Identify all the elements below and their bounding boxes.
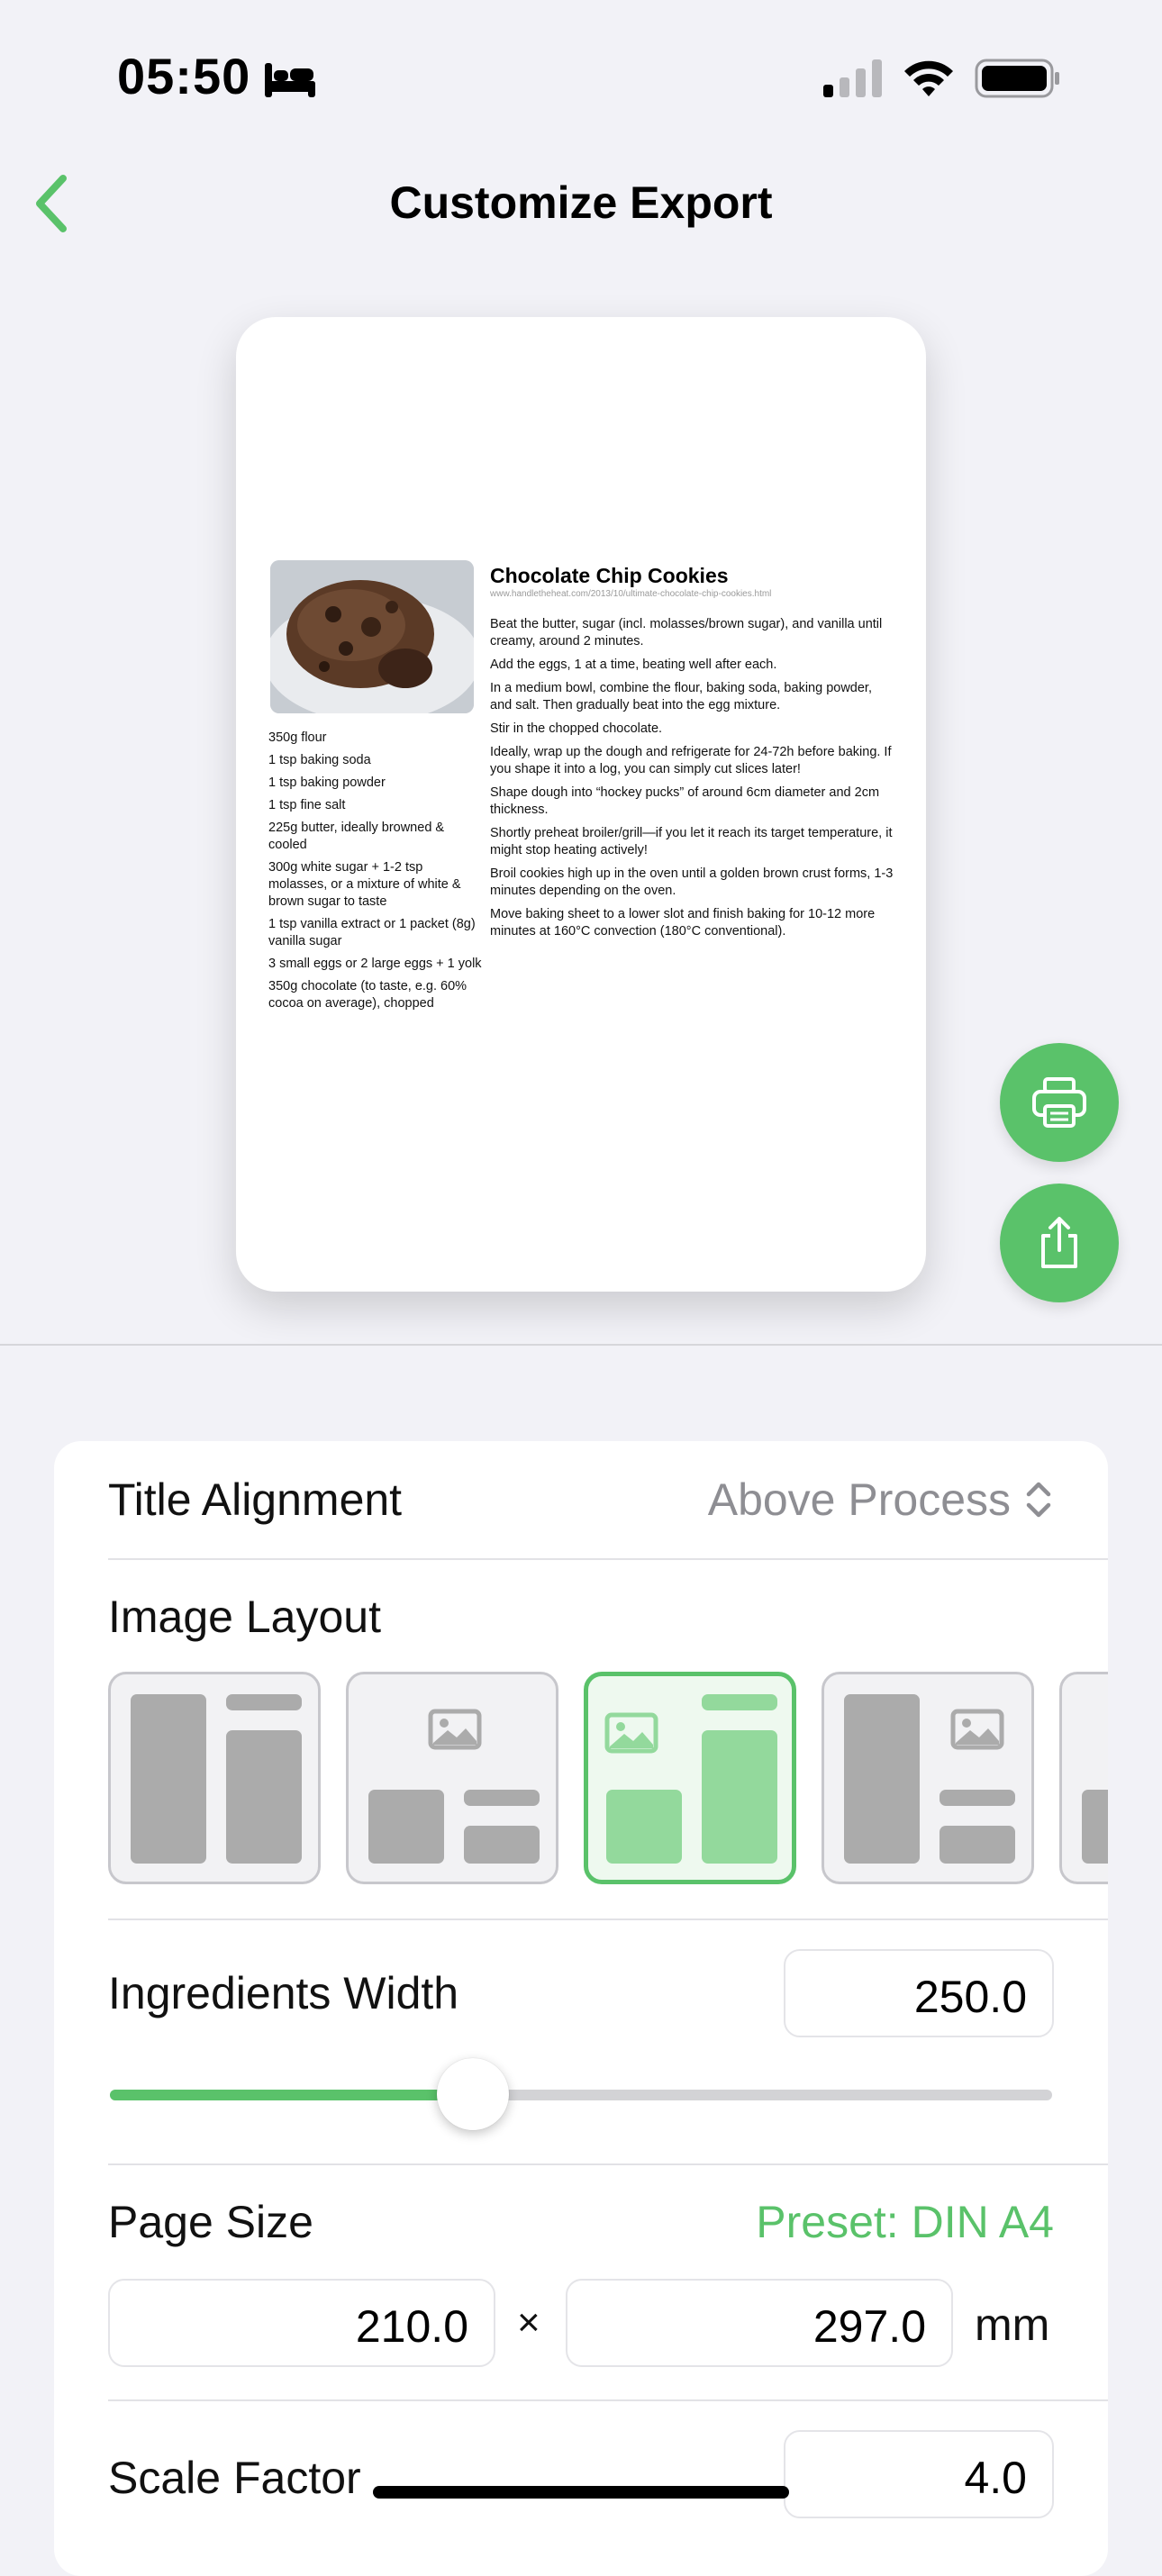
layout-option-1[interactable]: [108, 1672, 321, 1884]
page-size-label: Page Size: [108, 2197, 313, 2247]
layout-block: [464, 1790, 540, 1806]
title-alignment-label: Title Alignment: [108, 1474, 403, 1525]
sleep-focus-icon: [265, 63, 315, 97]
recipe-source-url: www.handletheheat.com/2013/10/ultimate-c…: [490, 589, 772, 599]
layout-block: [226, 1694, 302, 1710]
ingredient-item: 350g chocolate (to taste, e.g. 60% cocoa…: [268, 979, 468, 1011]
separator: [108, 1558, 1108, 1560]
divider: [0, 1344, 1162, 1346]
process-step: Broil cookies high up in the oven until …: [490, 866, 894, 898]
image-layout-options: [108, 1672, 1108, 1893]
process-step: Stir in the chopped chocolate.: [490, 721, 663, 736]
process-step: Add the eggs, 1 at a time, beating well …: [490, 658, 777, 672]
layout-block: [131, 1694, 206, 1864]
layout-block: [606, 1790, 682, 1864]
image-icon: [428, 1709, 482, 1750]
ingredients-list: 350g flour 1 tsp baking soda 1 tsp bakin…: [268, 730, 485, 1018]
scale-factor-field[interactable]: 4.0: [784, 2430, 1054, 2518]
home-indicator: [373, 2486, 789, 2499]
cellular-signal-icon: [823, 59, 882, 97]
page-size-unit: mm: [975, 2299, 1050, 2350]
ingredients-width-field[interactable]: 250.0: [784, 1949, 1054, 2037]
page-width-field[interactable]: 210.0: [108, 2279, 495, 2367]
layout-block: [702, 1694, 777, 1710]
layout-block: [1082, 1790, 1108, 1864]
ingredient-item: 1 tsp baking powder: [268, 776, 386, 790]
page-height-field[interactable]: 297.0: [566, 2279, 953, 2367]
layout-block: [940, 1826, 1015, 1864]
status-time: 05:50: [117, 48, 251, 104]
ingredient-item: 1 tsp vanilla extract or 1 packet (8g) v…: [268, 917, 476, 948]
chevron-up-down-icon: [1026, 1482, 1051, 1518]
recipe-photo: [270, 560, 474, 713]
page-title: Customize Export: [389, 177, 773, 228]
process-step: Shortly preheat broiler/grill—if you let…: [490, 826, 893, 857]
separator: [108, 2163, 1108, 2165]
process-step: Move baking sheet to a lower slot and fi…: [490, 907, 876, 939]
ingredient-item: 225g butter, ideally browned & cooled: [268, 821, 445, 852]
times-sign: ×: [517, 2300, 540, 2345]
wifi-icon: [904, 60, 953, 96]
export-preview: 350g flour 1 tsp baking soda 1 tsp bakin…: [236, 317, 926, 1292]
ingredients-width-label: Ingredients Width: [108, 1968, 459, 2018]
process-step: In a medium bowl, combine the flour, bak…: [490, 681, 872, 712]
process-steps: Beat the butter, sugar (incl. molasses/b…: [490, 616, 897, 947]
process-step: Ideally, wrap up the dough and refrigera…: [490, 745, 892, 776]
title-alignment-picker[interactable]: Above Process: [708, 1474, 1054, 1526]
print-button[interactable]: [1000, 1043, 1119, 1162]
ingredient-item: 350g flour: [268, 730, 327, 745]
layout-option-4[interactable]: [822, 1672, 1034, 1884]
separator: [108, 1918, 1108, 1920]
image-icon: [950, 1709, 1004, 1750]
printer-icon: [1032, 1077, 1086, 1128]
layout-block: [844, 1694, 920, 1864]
layout-block: [702, 1730, 777, 1864]
slider-thumb[interactable]: [436, 2058, 509, 2130]
ingredient-item: 3 small eggs or 2 large eggs + 1 yolk: [268, 957, 482, 971]
title-alignment-value: Above Process: [707, 1474, 1011, 1525]
scale-factor-label: Scale Factor: [108, 2453, 361, 2503]
layout-block: [368, 1790, 444, 1864]
layout-block: [226, 1730, 302, 1864]
ingredient-item: 1 tsp baking soda: [268, 753, 371, 767]
layout-block: [940, 1790, 1015, 1806]
layout-option-5[interactable]: [1059, 1672, 1108, 1884]
separator: [108, 2399, 1108, 2401]
page-size-preset-button[interactable]: Preset: DIN A4: [756, 2196, 1054, 2248]
layout-option-3[interactable]: [584, 1672, 796, 1884]
ingredient-item: 1 tsp fine salt: [268, 798, 346, 812]
process-step: Beat the butter, sugar (incl. molasses/b…: [490, 617, 883, 649]
slider-fill: [110, 2090, 473, 2100]
process-step: Shape dough into “hockey pucks” of aroun…: [490, 785, 880, 817]
ingredient-item: 300g white sugar + 1-2 tsp molasses, or …: [268, 860, 461, 909]
share-icon: [1041, 1217, 1077, 1268]
recipe-title: Chocolate Chip Cookies: [490, 564, 729, 587]
image-icon: [604, 1712, 658, 1754]
share-button[interactable]: [1000, 1184, 1119, 1302]
layout-option-2[interactable]: [346, 1672, 558, 1884]
battery-icon: [975, 59, 1059, 98]
layout-block: [464, 1826, 540, 1864]
image-layout-label: Image Layout: [108, 1592, 381, 1642]
